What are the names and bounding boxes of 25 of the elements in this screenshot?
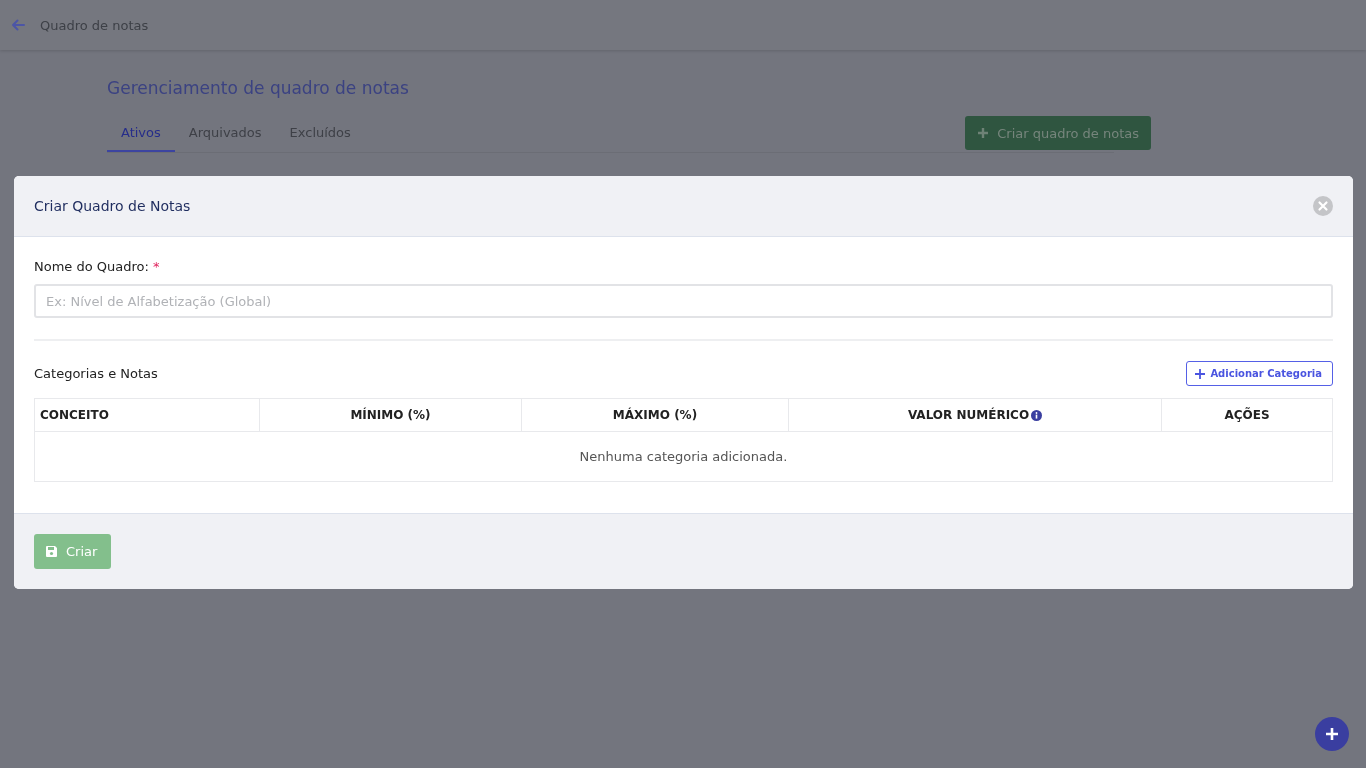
tab[interactable]: Excluídos (275, 117, 365, 152)
page-header-title: Quadro de notas (40, 17, 149, 33)
plus-icon (1326, 728, 1338, 740)
page-title: Gerenciamento de quadro de notas (107, 78, 410, 98)
modal-title: Criar Quadro de Notas (34, 198, 191, 214)
column-header: VALOR NUMÉRICO (907, 408, 1030, 422)
column-header: AÇÕES (1224, 408, 1270, 422)
tab[interactable]: Arquivados (174, 117, 276, 152)
tab[interactable]: Ativos (107, 117, 175, 152)
save-icon (45, 545, 58, 558)
field-label: Nome do Quadro: (34, 259, 149, 274)
section-title: Categorias e Notas (34, 366, 158, 381)
create-board-button[interactable]: Criar quadro de notas (965, 116, 1151, 150)
empty-message: Nenhuma categoria adicionada. (579, 449, 788, 464)
add-category-button[interactable]: Adicionar Categoria (1186, 361, 1333, 386)
plus-icon (1195, 368, 1206, 379)
required-mark: * (152, 259, 160, 274)
column-header: MÁXIMO (%) (612, 408, 698, 422)
close-icon[interactable] (1313, 196, 1333, 216)
column-header: MÍNIMO (%) (350, 408, 431, 422)
back-arrow-icon[interactable] (11, 19, 25, 31)
plus-icon (977, 127, 990, 139)
add-fab-button[interactable] (1315, 717, 1349, 751)
column-header: CONCEITO (40, 408, 109, 422)
board-name-input[interactable]: Ex: Nível de Alfabetização (Global) (34, 284, 1333, 318)
